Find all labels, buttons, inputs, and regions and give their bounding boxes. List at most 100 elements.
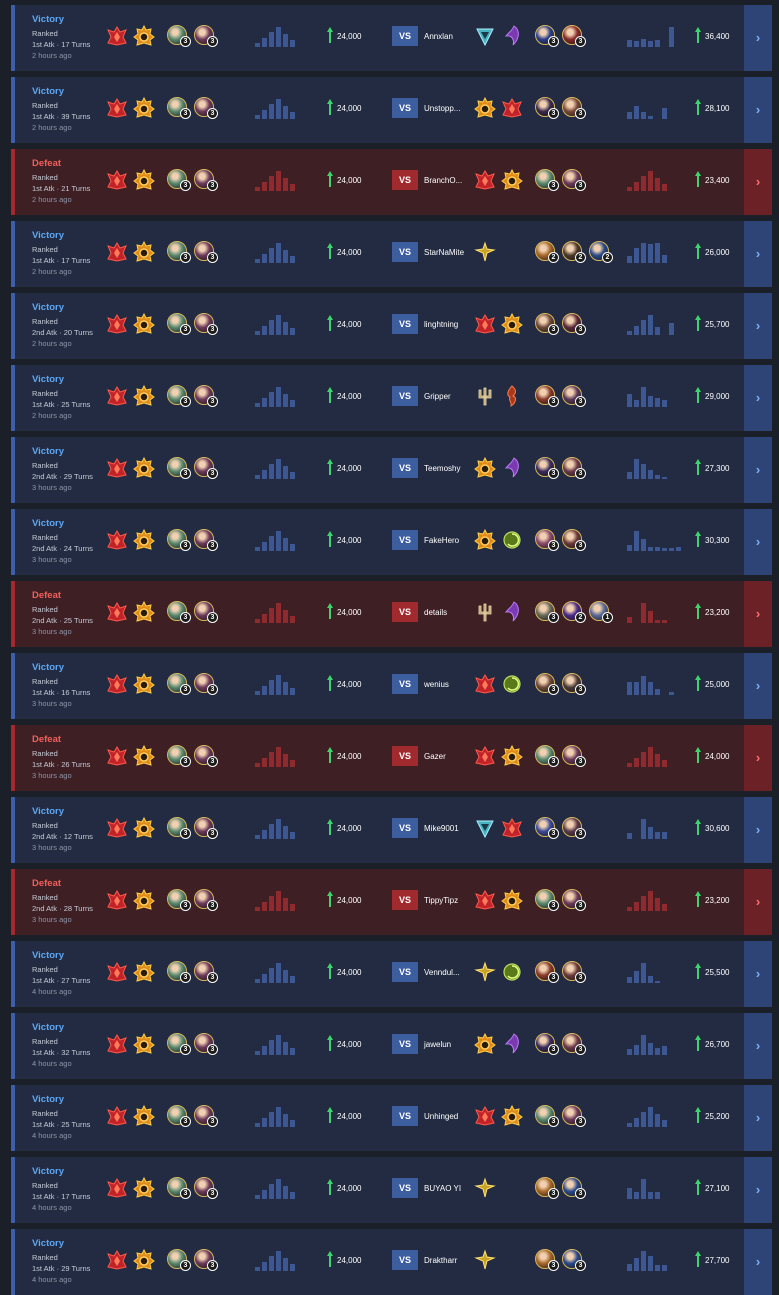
ruby-crest-icon bbox=[105, 672, 129, 696]
match-row[interactable]: Victory Ranked 1st Atk · 16 Turns 3 hours a… bbox=[11, 653, 772, 719]
turn-bar bbox=[662, 1120, 667, 1127]
champion-count: 3 bbox=[575, 900, 586, 911]
champion-portrait: 3 bbox=[194, 889, 218, 911]
match-mode: Ranked bbox=[32, 893, 58, 902]
champion-count: 3 bbox=[207, 972, 218, 983]
chevron-right-icon: › bbox=[755, 390, 761, 405]
sun-crest-icon bbox=[132, 888, 156, 912]
match-row[interactable]: Victory Ranked 2nd Atk · 29 Turns 3 hours a… bbox=[11, 437, 772, 503]
turn-bar bbox=[648, 547, 653, 551]
turn-bar bbox=[648, 611, 653, 623]
match-row[interactable]: Victory Ranked 1st Atk · 25 Turns 4 hours a… bbox=[11, 1085, 772, 1151]
view-match-button[interactable]: › bbox=[744, 509, 772, 575]
match-row[interactable]: Victory Ranked 1st Atk · 25 Turns 2 hours a… bbox=[11, 365, 772, 431]
view-match-button[interactable]: › bbox=[744, 149, 772, 215]
view-match-button[interactable]: › bbox=[744, 869, 772, 935]
champion-portrait: 3 bbox=[535, 961, 559, 983]
match-time: 3 hours ago bbox=[32, 555, 72, 564]
turn-bar bbox=[634, 1258, 639, 1271]
champion-count: 3 bbox=[548, 36, 559, 47]
my-trophies: 24,000 bbox=[337, 1112, 362, 1121]
champion-count: 3 bbox=[548, 684, 559, 695]
match-row[interactable]: Victory Ranked 1st Atk · 29 Turns 4 hours a… bbox=[11, 1229, 772, 1295]
view-match-button[interactable]: › bbox=[744, 581, 772, 647]
turn-bar bbox=[255, 475, 260, 479]
ruby-crest-icon bbox=[105, 1104, 129, 1128]
opponent-name: Gripper bbox=[424, 392, 451, 401]
champion-count: 3 bbox=[548, 180, 559, 191]
match-result: Victory bbox=[32, 86, 65, 97]
turn-bar bbox=[283, 610, 288, 623]
turn-count: 27 Turns bbox=[61, 976, 91, 985]
view-match-button[interactable]: › bbox=[744, 941, 772, 1007]
champion-portrait: 3 bbox=[167, 97, 191, 119]
turn-bar bbox=[276, 315, 281, 335]
turn-bar bbox=[262, 902, 267, 911]
sun-crest-icon bbox=[132, 240, 156, 264]
match-row[interactable]: Victory Ranked 1st Atk · 39 Turns 2 hours a… bbox=[11, 77, 772, 143]
champion-count: 3 bbox=[207, 396, 218, 407]
turn-bar bbox=[276, 963, 281, 983]
trophy-up-icon bbox=[327, 459, 333, 475]
ruby-crest-icon bbox=[105, 744, 129, 768]
champion-count: 3 bbox=[548, 108, 559, 119]
view-match-button[interactable]: › bbox=[744, 653, 772, 719]
sun-crest-icon bbox=[132, 168, 156, 192]
sun-crest-icon bbox=[132, 960, 156, 984]
view-match-button[interactable]: › bbox=[744, 1157, 772, 1223]
view-match-button[interactable]: › bbox=[744, 725, 772, 791]
champion-portrait: 3 bbox=[535, 601, 559, 623]
champion-portrait: 3 bbox=[194, 25, 218, 47]
view-match-button[interactable]: › bbox=[744, 437, 772, 503]
match-row[interactable]: Defeat Ranked 1st Atk · 26 Turns 3 hours ag… bbox=[11, 725, 772, 791]
champion-portrait: 3 bbox=[194, 529, 218, 551]
my-trophies: 24,000 bbox=[337, 968, 362, 977]
jade-crest-icon bbox=[500, 528, 524, 552]
match-row[interactable]: Victory Ranked 1st Atk · 32 Turns 4 hours a… bbox=[11, 1013, 772, 1079]
match-time: 3 hours ago bbox=[32, 627, 72, 636]
champion-portrait: 3 bbox=[167, 1177, 191, 1199]
view-match-button[interactable]: › bbox=[744, 1229, 772, 1295]
champion-portrait: 3 bbox=[167, 169, 191, 191]
sun-crest-icon bbox=[500, 888, 524, 912]
view-match-button[interactable]: › bbox=[744, 797, 772, 863]
match-row[interactable]: Victory Ranked 1st Atk · 17 Turns 2 hours a… bbox=[11, 221, 772, 287]
champion-count: 3 bbox=[575, 540, 586, 551]
turn-bar bbox=[255, 43, 260, 47]
champion-portrait: 3 bbox=[562, 457, 586, 479]
separator: · bbox=[57, 472, 64, 481]
turn-count: 17 Turns bbox=[61, 256, 91, 265]
champion-count: 3 bbox=[180, 180, 191, 191]
view-match-button[interactable]: › bbox=[744, 1085, 772, 1151]
champion-portrait: 1 bbox=[589, 601, 613, 623]
turn-count: 26 Turns bbox=[61, 760, 91, 769]
turn-bar bbox=[283, 682, 288, 695]
opponent-trophies: 23,200 bbox=[705, 608, 730, 617]
match-row[interactable]: Victory Ranked 1st Atk · 17 Turns 4 hours a… bbox=[11, 1157, 772, 1223]
turn-bar bbox=[655, 898, 660, 911]
match-time: 2 hours ago bbox=[32, 339, 72, 348]
turn-bar bbox=[634, 531, 639, 551]
view-match-button[interactable]: › bbox=[744, 5, 772, 71]
match-row[interactable]: Victory Ranked 1st Atk · 17 Turns 2 hours a… bbox=[11, 5, 772, 71]
view-match-button[interactable]: › bbox=[744, 293, 772, 359]
champion-count: 3 bbox=[180, 396, 191, 407]
match-row[interactable]: Victory Ranked 2nd Atk · 20 Turns 2 hours a… bbox=[11, 293, 772, 359]
match-row[interactable]: Victory Ranked 2nd Atk · 24 Turns 3 hours a… bbox=[11, 509, 772, 575]
match-result: Defeat bbox=[32, 590, 62, 601]
view-match-button[interactable]: › bbox=[744, 221, 772, 287]
match-row[interactable]: Defeat Ranked 2nd Atk · 25 Turns 3 hours ag… bbox=[11, 581, 772, 647]
match-time: 3 hours ago bbox=[32, 483, 72, 492]
champion-count: 2 bbox=[575, 252, 586, 263]
trophy-up-icon bbox=[695, 1179, 701, 1195]
view-match-button[interactable]: › bbox=[744, 1013, 772, 1079]
turn-bar bbox=[634, 1045, 639, 1055]
match-row[interactable]: Victory Ranked 1st Atk · 27 Turns 4 hours a… bbox=[11, 941, 772, 1007]
match-result: Victory bbox=[32, 374, 65, 385]
match-row[interactable]: Defeat Ranked 1st Atk · 21 Turns 2 hours ag… bbox=[11, 149, 772, 215]
view-match-button[interactable]: › bbox=[744, 365, 772, 431]
sun-crest-icon bbox=[132, 312, 156, 336]
match-row[interactable]: Victory Ranked 2nd Atk · 12 Turns 3 hours a… bbox=[11, 797, 772, 863]
match-row[interactable]: Defeat Ranked 2nd Atk · 28 Turns 3 hours ag… bbox=[11, 869, 772, 935]
view-match-button[interactable]: › bbox=[744, 77, 772, 143]
